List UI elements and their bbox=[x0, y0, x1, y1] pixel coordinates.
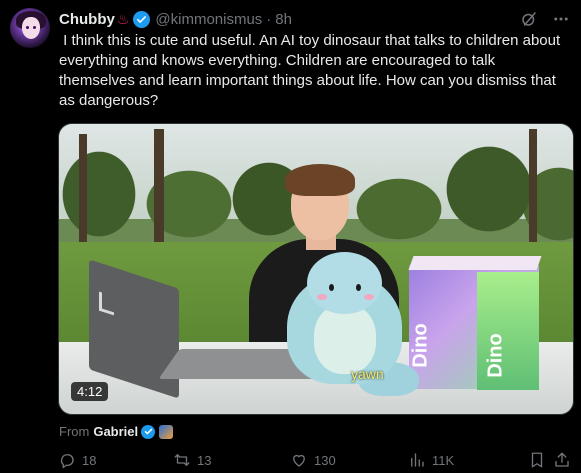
author-name[interactable]: Chubby bbox=[59, 11, 115, 28]
video-duration: 4:12 bbox=[71, 382, 109, 401]
dino-box-top bbox=[408, 256, 542, 270]
like-count: 130 bbox=[314, 452, 336, 468]
dino-cheek-right bbox=[364, 294, 374, 300]
tweet-header: Chubby ♨ @kimmonismus · 8h bbox=[59, 9, 571, 29]
bookmark-icon bbox=[531, 452, 543, 468]
tweet-actions: 18 13 130 11K bbox=[58, 449, 572, 471]
views-button[interactable]: 11K bbox=[408, 451, 454, 469]
tree-trunk bbox=[79, 134, 87, 254]
source-prefix: From bbox=[59, 424, 90, 439]
heart-icon bbox=[293, 454, 305, 467]
dino-box-label: Dino bbox=[409, 323, 432, 368]
tweet-time[interactable]: 8h bbox=[275, 11, 292, 28]
hot-springs-icon: ♨ bbox=[116, 11, 130, 27]
retweet-button[interactable]: 13 bbox=[173, 451, 211, 469]
video-source: From Gabriel bbox=[59, 424, 174, 439]
author-handle[interactable]: @kimmonismus bbox=[155, 11, 262, 28]
like-button[interactable]: 130 bbox=[290, 451, 336, 469]
views-chart-icon bbox=[411, 453, 424, 467]
share-icon bbox=[555, 452, 569, 467]
tree-trunk bbox=[529, 129, 537, 249]
grok-icon[interactable] bbox=[519, 9, 539, 29]
source-affiliate-icon bbox=[159, 424, 174, 439]
reply-icon bbox=[60, 454, 74, 469]
bookmark-button[interactable] bbox=[528, 451, 546, 469]
video-player[interactable]: Dino Dino yawn 4:12 bbox=[58, 123, 574, 415]
reply-count: 18 bbox=[82, 452, 97, 468]
retweet-icon bbox=[174, 454, 190, 466]
view-count: 11K bbox=[432, 452, 455, 468]
person-hair bbox=[285, 164, 355, 196]
share-button[interactable] bbox=[553, 451, 571, 469]
dino-cheek-left bbox=[317, 294, 327, 300]
source-verified-icon bbox=[141, 424, 156, 439]
dino-toy-belly bbox=[314, 304, 376, 374]
video-caption: yawn bbox=[351, 366, 384, 382]
reply-button[interactable]: 18 bbox=[58, 451, 96, 469]
avatar-eye-left bbox=[26, 26, 29, 29]
retweet-count: 13 bbox=[197, 452, 212, 468]
dino-toy-head bbox=[307, 252, 382, 314]
tree-trunk bbox=[154, 129, 164, 249]
avatar-face bbox=[22, 17, 40, 39]
source-name[interactable]: Gabriel bbox=[93, 424, 138, 439]
dino-eye-right bbox=[356, 284, 361, 291]
more-options-icon[interactable] bbox=[551, 9, 571, 29]
separator-dot: · bbox=[266, 10, 272, 28]
author-avatar[interactable] bbox=[10, 8, 50, 48]
avatar-eye-right bbox=[33, 26, 36, 29]
dino-box-label-side: Dino bbox=[484, 333, 507, 378]
dino-eye-left bbox=[329, 284, 334, 291]
verified-badge-icon[interactable] bbox=[133, 10, 151, 28]
tweet-text: I think this is cute and useful. An AI t… bbox=[59, 32, 565, 109]
